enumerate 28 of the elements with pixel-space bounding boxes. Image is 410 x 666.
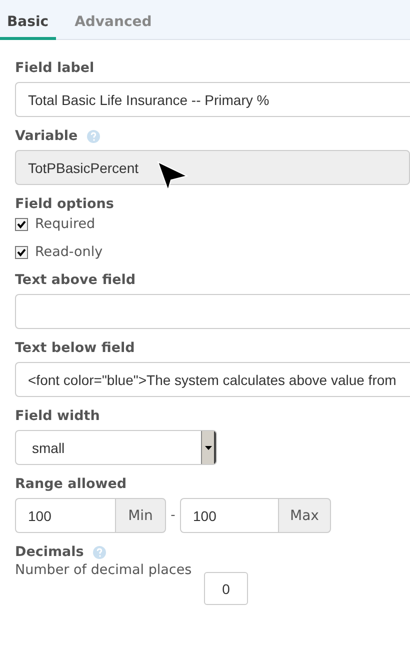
field-label: Range allowed xyxy=(15,475,128,494)
input-addon: Min xyxy=(115,498,166,533)
input-field[interactable]: <font color="blue">The system calculates above value from xyxy=(15,362,410,397)
input-field[interactable]: 100 xyxy=(180,498,278,533)
checkbox[interactable] xyxy=(15,246,28,258)
field-label: Field options xyxy=(15,195,115,214)
field-label: Field width xyxy=(15,407,101,426)
help-icon[interactable] xyxy=(92,546,106,558)
help-icon[interactable] xyxy=(86,130,100,142)
checkbox[interactable] xyxy=(15,218,28,230)
input-field[interactable]: 100 xyxy=(15,498,115,533)
checkbox-label: Required xyxy=(35,216,96,232)
input-addon: Max xyxy=(278,498,331,533)
tab[interactable]: Basic xyxy=(0,0,56,40)
field-label: Variable xyxy=(15,128,78,144)
range-separator: - xyxy=(170,508,176,523)
input-field[interactable]: Total Basic Life Insurance -- Primary % xyxy=(15,82,410,117)
field-label: Text below field xyxy=(15,339,136,358)
field-label: Text above field xyxy=(15,271,137,290)
field-label: Decimals xyxy=(15,544,84,560)
cursor-icon xyxy=(157,161,189,191)
caret-icon xyxy=(204,446,212,450)
checkbox-label: Read-only xyxy=(35,244,103,260)
input-field[interactable]: 0 xyxy=(204,572,248,605)
select-dropdown[interactable]: small xyxy=(15,430,217,465)
input-field[interactable] xyxy=(15,294,410,329)
field-caption: Number of decimal places xyxy=(15,562,193,578)
field-label: Field label xyxy=(15,59,96,78)
